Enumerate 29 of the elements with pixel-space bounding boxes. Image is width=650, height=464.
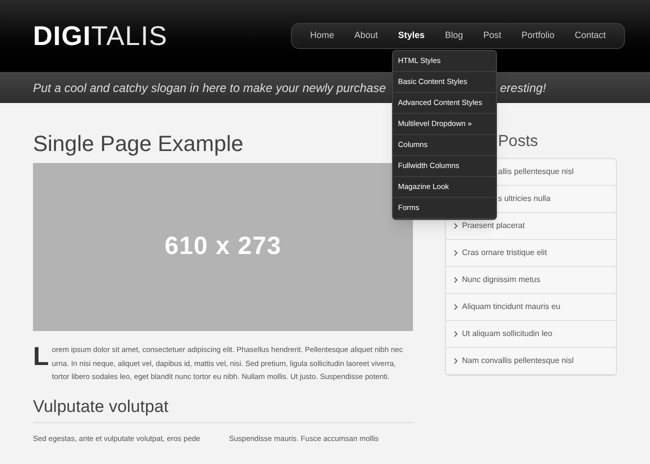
nav-link[interactable]: Blog (444, 29, 463, 43)
recent-article-link[interactable]: Praesent placerat (462, 220, 525, 232)
page-title: Single Page Example (33, 130, 244, 158)
nav-link[interactable]: Portfolio (521, 29, 555, 43)
chevron-right-icon (454, 223, 458, 229)
recent-article-link[interactable]: Cras ornare tristique elit (462, 247, 547, 259)
nav-link[interactable]: Styles (398, 29, 425, 43)
recent-article-link[interactable]: Nam convallis pellentesque nisl (462, 355, 574, 367)
image-size-label: 610 x 273 (164, 231, 282, 262)
drop-cap: L (33, 343, 49, 373)
chevron-right-icon (454, 277, 458, 283)
recent-article-link[interactable]: Aliquam tincidunt mauris eu (462, 301, 560, 313)
nav-link[interactable]: About (354, 29, 378, 43)
chevron-right-icon (454, 358, 458, 364)
slogan: Put a cool and catchy slogan in here to make your newly purchase (33, 80, 387, 96)
chevron-right-icon (454, 250, 458, 256)
nav-link[interactable]: Home (310, 29, 334, 43)
recent-article-link[interactable]: Ut aliquam sollicitudin leo (462, 328, 552, 340)
sidebar-heading: Posts (497, 132, 540, 152)
recent-article-link[interactable]: s ultricies nulla (498, 193, 550, 205)
logo[interactable]: DIGITALIS (33, 22, 168, 50)
slogan: eresting! (500, 80, 546, 96)
chevron-right-icon (454, 304, 458, 310)
nav-link[interactable]: Contact (574, 29, 606, 43)
recent-article-link[interactable]: Nunc dignissim metus (462, 274, 540, 286)
chevron-right-icon (454, 331, 458, 337)
section-heading: Vulputate volutpat (33, 394, 413, 423)
recent-article-link[interactable]: allis pellentesque nisl (498, 166, 574, 178)
nav-link[interactable]: Post (483, 29, 502, 43)
